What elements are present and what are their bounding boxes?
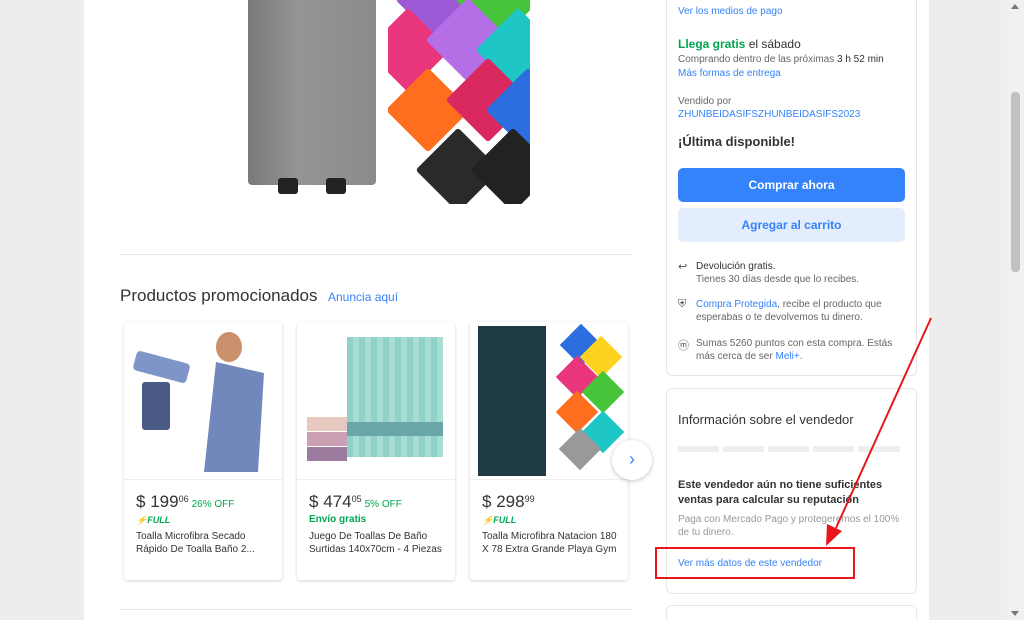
advertise-link[interactable]: Anuncia aquí [328,290,398,304]
product-image [470,322,628,480]
product-card[interactable]: $ 47405 5% OFF Envío gratis Juego De Toal… [297,322,455,580]
color-towels-image [388,0,530,204]
return-icon: ↩ [678,261,688,273]
product-card[interactable]: $ 29899 ⚡FULL Toalla Microfibra Natacion… [470,322,628,580]
free-return-link[interactable]: Devolución gratis. [696,261,775,272]
meli-plus-link[interactable]: Meli+. [775,351,802,362]
scrollbar-thumb[interactable] [1011,92,1020,272]
discount-badge: 26% OFF [191,499,235,510]
shoe-right [326,178,346,194]
no-reputation-text: Este vendedor aún no tiene suficientes v… [678,479,883,506]
full-badge: ⚡FULL [136,515,171,525]
discount-badge: 5% OFF [364,499,402,510]
seller-name-link[interactable]: ZHUNBEIDASIFSZHUNBEIDASIFS2023 [678,109,860,120]
product-price: $ 29899 [482,492,535,511]
chevron-right-icon: › [629,449,635,469]
delivery-info: Llega gratis el sábado [678,37,801,51]
product-name: Toalla Microfibra Natacion 180 X 78 Extr… [482,531,617,555]
full-badge: ⚡FULL [482,515,517,525]
product-name: Toalla Microfibra Secado Rápido De Toall… [136,531,255,555]
return-text: Tienes 30 días desde que lo recibes. [696,274,860,285]
promoted-title: Productos promocionados [120,286,318,305]
carousel-next-button[interactable]: › [612,440,652,480]
delivery-time: Comprando dentro de las próximas 3 h 52 … [678,54,884,65]
sold-by-label: Vendido por [678,96,732,107]
seller-info-title: Información sobre el vendedor [678,412,854,427]
points-text: Sumas 5260 puntos con esta compra. Estás [696,338,893,349]
protected-purchase-link[interactable]: Compra Protegida [696,299,777,310]
reputation-bar [678,446,719,452]
product-image [124,322,282,480]
reputation-bar [858,446,900,452]
reputation-bar [813,446,854,452]
product-main-image[interactable] [248,0,533,205]
divider [120,609,632,610]
buy-now-button[interactable]: Comprar ahora [678,168,905,202]
reputation-bar [768,446,809,452]
shield-icon: ⛨ [678,298,687,310]
add-to-cart-button[interactable]: Agregar al carrito [678,208,905,242]
product-price: $ 19906 26% OFF [136,492,235,511]
divider [120,254,632,255]
annotation-highlight-box [655,547,855,579]
meli-points-icon: ⓜ [678,340,689,352]
scroll-down-icon[interactable] [1011,611,1019,616]
product-card[interactable]: $ 19906 26% OFF ⚡FULL Toalla Microfibra S… [124,322,282,580]
scroll-up-icon[interactable] [1011,4,1019,9]
protected-text: esperabas o te devolvemos tu dinero. [696,312,863,323]
payment-methods-link[interactable]: Ver los medios de pago [678,6,783,17]
more-delivery-link[interactable]: Más formas de entrega [678,68,781,79]
scrollbar[interactable] [1007,0,1024,620]
shoe-left [278,178,298,194]
points-text-line2: más cerca de ser Meli+. [696,351,803,362]
stock-status: ¡Última disponible! [678,134,795,149]
protected-purchase: Compra Protegida, recibe el producto que [696,299,882,310]
gray-towel-image [248,0,376,185]
reputation-bar [723,446,764,452]
product-price: $ 47405 5% OFF [309,492,402,511]
product-image [297,322,455,480]
guarantee-text: Paga con Mercado Pago y protegeremos el … [678,514,900,538]
product-name: Juego De Toallas De Baño Surtidas 140x70… [309,531,442,555]
free-shipping-label: Envío gratis [309,514,367,525]
next-box [666,605,917,620]
